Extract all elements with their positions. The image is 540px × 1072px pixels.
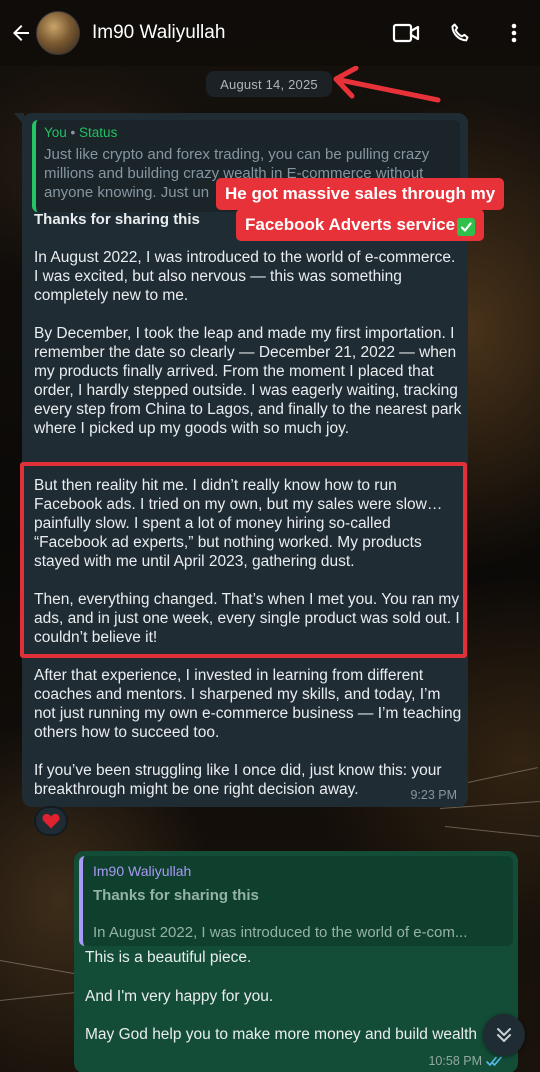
scroll-to-bottom-button[interactable] <box>483 1014 525 1056</box>
message-line: May God help you to make more money and … <box>85 1026 478 1043</box>
more-vert-icon <box>511 23 517 43</box>
back-arrow-icon <box>13 25 29 41</box>
date-divider: August 14, 2025 <box>206 71 332 97</box>
quoted-reply[interactable]: Im90 Waliyullah Thanks for sharing this … <box>79 856 513 946</box>
quoted-author-name: You <box>44 125 67 140</box>
message-paragraph: In August 2022, I was introduced to the … <box>34 249 456 304</box>
video-call-button[interactable] <box>386 13 426 53</box>
chat-header: Im90 Waliyullah <box>0 0 540 66</box>
message-paragraph: After that experience, I invested in lea… <box>34 667 462 741</box>
heart-icon <box>42 813 60 829</box>
message-paragraph: If you’ve been struggling like I once di… <box>34 762 442 798</box>
wallpaper-whisker <box>444 826 540 837</box>
wallpaper-whisker <box>0 960 79 975</box>
double-chevron-down-icon <box>497 1028 511 1042</box>
voice-call-button[interactable] <box>440 13 480 53</box>
message-meta: 10:58 PM <box>428 1054 504 1068</box>
bubble-tail <box>14 113 24 125</box>
message-line: And I'm very happy for you. <box>85 988 274 1005</box>
more-options-button[interactable] <box>494 13 534 53</box>
message-paragraph: By December, I took the leap and made my… <box>34 325 462 437</box>
highlight-box <box>20 462 467 658</box>
quoted-text: In August 2022, I was introduced to the … <box>93 924 468 941</box>
message-timestamp: 10:58 PM <box>428 1054 482 1068</box>
back-button[interactable] <box>6 18 36 48</box>
wallpaper-whisker <box>0 992 76 1001</box>
check-mark-icon <box>457 218 476 236</box>
message-line: This is a beautiful piece. <box>85 949 252 966</box>
banner-line-2-text: Facebook Adverts service <box>245 215 456 234</box>
message-title: Thanks for sharing this <box>34 211 200 228</box>
quoted-author: You • Status <box>44 125 117 140</box>
banner-line-1: He got massive sales through my <box>216 178 505 210</box>
heart-reaction[interactable] <box>34 806 68 836</box>
contact-avatar[interactable] <box>36 11 80 55</box>
quoted-source: Status <box>79 125 118 140</box>
quoted-author-name: Im90 Waliyullah <box>93 863 192 879</box>
quoted-separator: • <box>70 125 76 140</box>
outgoing-message-bubble[interactable]: Im90 Waliyullah Thanks for sharing this … <box>74 851 518 1072</box>
video-call-icon <box>392 23 420 43</box>
voice-call-icon <box>451 23 469 42</box>
message-timestamp: 9:23 PM <box>410 788 457 802</box>
contact-name[interactable]: Im90 Waliyullah <box>92 22 386 44</box>
annotation-arrow-icon <box>333 66 441 103</box>
double-check-read-icon <box>486 1056 502 1066</box>
quoted-title: Thanks for sharing this <box>93 887 259 904</box>
banner-line-2: Facebook Adverts service <box>236 209 485 241</box>
